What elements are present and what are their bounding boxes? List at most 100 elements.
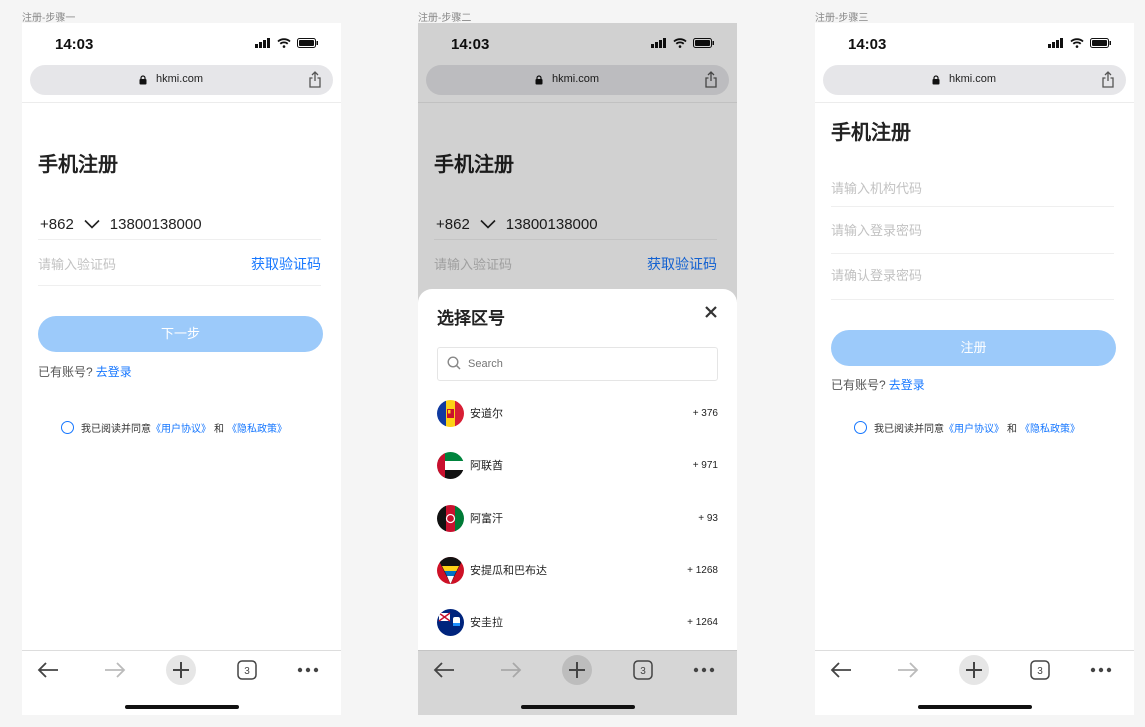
- phone-screen-step2: 14:03 hkmi.com 手机注册 +862 13800138000 请输入…: [418, 23, 737, 715]
- status-time: 14:03: [848, 36, 887, 53]
- home-indicator: [918, 705, 1032, 709]
- country-code[interactable]: +862: [40, 216, 74, 233]
- step-label-3: 注册-步骤三: [815, 13, 869, 24]
- phone-screen-step1: 14:03 hkmi.com 手机注册 +862 13800138000 请输入…: [22, 23, 341, 715]
- verification-code-input[interactable]: 请输入验证码: [38, 254, 116, 273]
- address-bar[interactable]: hkmi.com: [823, 65, 1126, 95]
- more-icon: [693, 667, 715, 673]
- and-text: 和: [1007, 424, 1017, 435]
- agree-text: 我已阅读并同意: [81, 424, 151, 435]
- phone-screen-step3: 14:03 hkmi.com 手机注册 请输入机构代码 请输入登录密码 请确认登…: [815, 23, 1134, 715]
- status-time: 14:03: [55, 36, 94, 53]
- divider: [815, 102, 1134, 103]
- status-icons: [255, 38, 319, 48]
- more-button[interactable]: [692, 656, 716, 684]
- back-button[interactable]: [34, 656, 62, 684]
- back-button[interactable]: [430, 656, 458, 684]
- login-row: 已有账号? 去登录: [831, 376, 925, 393]
- tab-count: 3: [1037, 666, 1043, 677]
- forward-button[interactable]: [101, 656, 129, 684]
- new-tab-icon: [959, 655, 989, 685]
- phone-number-field[interactable]: 13800138000: [110, 216, 202, 233]
- lock-icon: [932, 75, 940, 85]
- register-button[interactable]: 注册: [831, 330, 1116, 366]
- share-icon[interactable]: [1101, 71, 1115, 88]
- sheet-title: 选择区号: [437, 309, 505, 328]
- area-code-sheet: 选择区号 安道尔 + 376 阿联酋 + 971: [418, 289, 737, 651]
- country-item[interactable]: 阿联酋 + 971: [437, 450, 718, 480]
- browser-toolbar: 3: [815, 650, 1134, 715]
- back-arrow-icon: [830, 662, 851, 678]
- privacy-policy-link[interactable]: 《隐私政策》: [1020, 420, 1080, 435]
- country-dial-code: + 1264: [687, 616, 718, 628]
- home-indicator: [125, 705, 239, 709]
- wifi-icon: [1070, 38, 1084, 48]
- tabs-icon: 3: [237, 660, 257, 680]
- tabs-icon: 3: [633, 660, 653, 680]
- agree-radio[interactable]: [61, 421, 74, 434]
- address-bar[interactable]: hkmi.com: [30, 65, 333, 95]
- country-name: 安道尔: [470, 408, 503, 420]
- country-item[interactable]: 阿富汗 + 93: [437, 503, 718, 533]
- uae-flag-icon: [437, 451, 464, 479]
- share-icon[interactable]: [308, 71, 322, 88]
- search-input[interactable]: [466, 348, 710, 380]
- back-button[interactable]: [827, 656, 855, 684]
- org-code-input[interactable]: 请输入机构代码: [831, 178, 922, 197]
- search-box[interactable]: [437, 347, 718, 381]
- divider: [38, 239, 321, 240]
- country-name: 阿联酋: [470, 460, 503, 472]
- agreement-row: 我已阅读并同意 《用户协议》 和 《隐私政策》: [61, 420, 287, 435]
- tabs-button[interactable]: 3: [1029, 656, 1051, 684]
- andorra-flag-icon: [437, 399, 464, 427]
- has-account-text: 已有账号?: [831, 378, 886, 392]
- phone-input-row[interactable]: +862 13800138000: [40, 209, 323, 239]
- tab-count: 3: [244, 666, 250, 677]
- antigua-and-barbuda-flag-icon: [437, 556, 464, 584]
- new-tab-icon: [166, 655, 196, 685]
- next-button[interactable]: 下一步: [38, 316, 323, 352]
- divider: [831, 299, 1114, 300]
- country-item[interactable]: 安道尔 + 376: [437, 398, 718, 428]
- forward-arrow-icon: [501, 662, 522, 678]
- new-tab-button[interactable]: [562, 655, 592, 685]
- has-account-text: 已有账号?: [38, 365, 93, 379]
- new-tab-icon: [562, 655, 592, 685]
- more-button[interactable]: [296, 656, 320, 684]
- chevron-down-icon[interactable]: [84, 219, 100, 229]
- close-icon[interactable]: [705, 306, 717, 318]
- tabs-button[interactable]: 3: [236, 656, 258, 684]
- page-title: 手机注册: [831, 122, 911, 144]
- user-agreement-link[interactable]: 《用户协议》: [151, 420, 211, 435]
- browser-toolbar: 3: [418, 650, 737, 715]
- login-link[interactable]: 去登录: [96, 365, 132, 379]
- country-item[interactable]: 安圭拉 + 1264: [437, 607, 718, 637]
- agreement-row: 我已阅读并同意 《用户协议》 和 《隐私政策》: [854, 420, 1080, 435]
- back-arrow-icon: [37, 662, 58, 678]
- privacy-policy-link[interactable]: 《隐私政策》: [227, 420, 287, 435]
- user-agreement-link[interactable]: 《用户协议》: [944, 420, 1004, 435]
- forward-button[interactable]: [894, 656, 922, 684]
- and-text: 和: [214, 424, 224, 435]
- login-link[interactable]: 去登录: [889, 378, 925, 392]
- agree-radio[interactable]: [854, 421, 867, 434]
- battery-icon: [297, 38, 318, 48]
- signal-icon: [255, 38, 270, 48]
- afghanistan-flag-icon: [437, 504, 464, 532]
- back-arrow-icon: [433, 662, 454, 678]
- more-button[interactable]: [1089, 656, 1113, 684]
- new-tab-button[interactable]: [959, 655, 989, 685]
- url-text: hkmi.com: [156, 73, 204, 85]
- tabs-button[interactable]: 3: [632, 656, 654, 684]
- country-dial-code: + 971: [692, 459, 718, 471]
- confirm-password-input[interactable]: 请确认登录密码: [831, 265, 922, 284]
- anguilla-flag-icon: [437, 608, 464, 636]
- get-code-button[interactable]: 获取验证码: [251, 254, 321, 274]
- browser-toolbar: 3: [22, 650, 341, 715]
- page-title: 手机注册: [38, 154, 118, 176]
- country-item[interactable]: 安提瓜和巴布达 + 1268: [437, 555, 718, 585]
- new-tab-button[interactable]: [166, 655, 196, 685]
- wifi-icon: [277, 38, 291, 48]
- forward-button[interactable]: [497, 656, 525, 684]
- password-input[interactable]: 请输入登录密码: [831, 220, 922, 239]
